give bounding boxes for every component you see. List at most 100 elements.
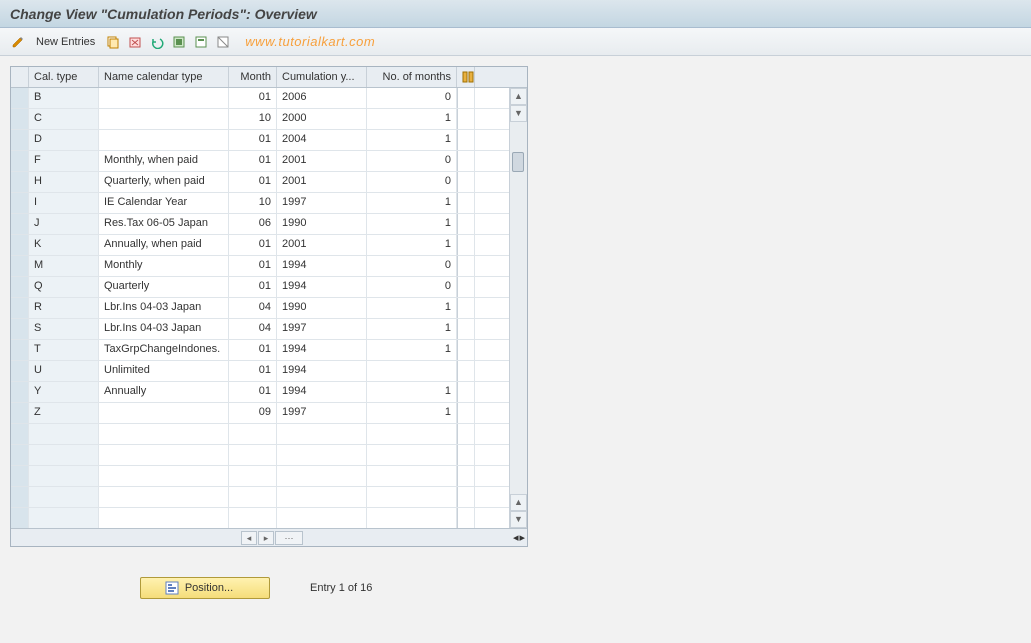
cell-months[interactable]: 0 (367, 256, 457, 276)
new-entries-button[interactable]: New Entries (32, 36, 99, 48)
cell-year[interactable]: 1994 (277, 382, 367, 402)
cell-caltype[interactable] (29, 508, 99, 528)
cell-month[interactable]: 01 (229, 151, 277, 171)
table-row[interactable]: TTaxGrpChangeIndones.0119941 (11, 340, 527, 361)
scroll-up-icon[interactable]: ▲ (510, 88, 527, 105)
row-selector[interactable] (11, 466, 29, 486)
row-selector[interactable] (11, 109, 29, 129)
cell-month[interactable]: 09 (229, 403, 277, 423)
cell-months[interactable] (367, 487, 457, 507)
cell-name[interactable] (99, 508, 229, 528)
cell-months[interactable]: 1 (367, 340, 457, 360)
cell-caltype[interactable]: C (29, 109, 99, 129)
col-header-month[interactable]: Month (229, 67, 277, 87)
cell-year[interactable]: 1990 (277, 214, 367, 234)
cell-months[interactable]: 0 (367, 151, 457, 171)
row-selector[interactable] (11, 88, 29, 108)
row-selector[interactable] (11, 340, 29, 360)
cell-months[interactable] (367, 445, 457, 465)
row-selector[interactable] (11, 256, 29, 276)
cell-year[interactable] (277, 508, 367, 528)
row-selector[interactable] (11, 319, 29, 339)
table-row[interactable]: YAnnually0119941 (11, 382, 527, 403)
table-row[interactable]: SLbr.Ins 04-03 Japan0419971 (11, 319, 527, 340)
cell-name[interactable] (99, 130, 229, 150)
row-selector[interactable] (11, 487, 29, 507)
col-header-caltype[interactable]: Cal. type (29, 67, 99, 87)
delete-box-icon[interactable] (127, 34, 143, 50)
cell-name[interactable] (99, 403, 229, 423)
cell-name[interactable]: Monthly (99, 256, 229, 276)
row-selector[interactable] (11, 445, 29, 465)
cell-year[interactable]: 1994 (277, 361, 367, 381)
cell-month[interactable]: 01 (229, 172, 277, 192)
cell-year[interactable] (277, 424, 367, 444)
row-selector[interactable] (11, 403, 29, 423)
table-row[interactable]: JRes.Tax 06-05 Japan0619901 (11, 214, 527, 235)
cell-month[interactable]: 01 (229, 361, 277, 381)
cell-month[interactable]: 04 (229, 319, 277, 339)
cell-caltype[interactable]: R (29, 298, 99, 318)
table-row[interactable]: C1020001 (11, 109, 527, 130)
row-selector[interactable] (11, 214, 29, 234)
hscroll-left2-icon[interactable]: ◂ (513, 531, 519, 544)
cell-months[interactable]: 1 (367, 193, 457, 213)
table-row[interactable]: HQuarterly, when paid0120010 (11, 172, 527, 193)
cell-months[interactable]: 0 (367, 172, 457, 192)
cell-year[interactable]: 1997 (277, 403, 367, 423)
cell-months[interactable] (367, 466, 457, 486)
cell-caltype[interactable] (29, 487, 99, 507)
cell-name[interactable]: Lbr.Ins 04-03 Japan (99, 298, 229, 318)
scroll-down-step-icon[interactable]: ▼ (510, 105, 527, 122)
cell-months[interactable]: 1 (367, 214, 457, 234)
scroll-down-icon[interactable]: ▼ (510, 511, 527, 528)
row-selector[interactable] (11, 424, 29, 444)
cell-name[interactable]: Unlimited (99, 361, 229, 381)
cell-months[interactable]: 0 (367, 88, 457, 108)
cell-month[interactable]: 06 (229, 214, 277, 234)
row-selector[interactable] (11, 277, 29, 297)
table-row[interactable]: B0120060 (11, 88, 527, 109)
cell-year[interactable] (277, 445, 367, 465)
cell-month[interactable]: 01 (229, 88, 277, 108)
table-row[interactable]: Z0919971 (11, 403, 527, 424)
table-row[interactable]: IIE Calendar Year1019971 (11, 193, 527, 214)
scroll-thumb[interactable] (512, 152, 524, 172)
cell-months[interactable]: 1 (367, 235, 457, 255)
cell-name[interactable] (99, 424, 229, 444)
cell-month[interactable] (229, 445, 277, 465)
cell-name[interactable]: Monthly, when paid (99, 151, 229, 171)
cell-month[interactable]: 01 (229, 256, 277, 276)
cell-year[interactable]: 2006 (277, 88, 367, 108)
cell-name[interactable] (99, 109, 229, 129)
cell-month[interactable] (229, 508, 277, 528)
cell-name[interactable] (99, 445, 229, 465)
row-selector[interactable] (11, 151, 29, 171)
table-row-empty[interactable] (11, 445, 527, 466)
select-all-icon[interactable] (171, 34, 187, 50)
cell-name[interactable] (99, 88, 229, 108)
table-row[interactable]: QQuarterly0119940 (11, 277, 527, 298)
cell-month[interactable] (229, 424, 277, 444)
cell-month[interactable]: 01 (229, 340, 277, 360)
cell-name[interactable]: Quarterly (99, 277, 229, 297)
cell-name[interactable]: Lbr.Ins 04-03 Japan (99, 319, 229, 339)
position-button[interactable]: Position... (140, 577, 270, 599)
cell-name[interactable]: IE Calendar Year (99, 193, 229, 213)
col-header-cumulation[interactable]: Cumulation y... (277, 67, 367, 87)
cell-name[interactable] (99, 487, 229, 507)
vertical-scrollbar[interactable]: ▲ ▼ ▲ ▼ (509, 88, 527, 528)
cell-caltype[interactable]: H (29, 172, 99, 192)
cell-year[interactable]: 2001 (277, 172, 367, 192)
row-selector[interactable] (11, 382, 29, 402)
row-selector[interactable] (11, 193, 29, 213)
cell-months[interactable]: 1 (367, 382, 457, 402)
cell-caltype[interactable]: U (29, 361, 99, 381)
cell-year[interactable]: 1994 (277, 340, 367, 360)
cell-month[interactable]: 04 (229, 298, 277, 318)
cell-caltype[interactable] (29, 424, 99, 444)
cell-year[interactable]: 2000 (277, 109, 367, 129)
undo-icon[interactable] (149, 34, 165, 50)
cell-caltype[interactable]: D (29, 130, 99, 150)
cell-caltype[interactable]: Y (29, 382, 99, 402)
